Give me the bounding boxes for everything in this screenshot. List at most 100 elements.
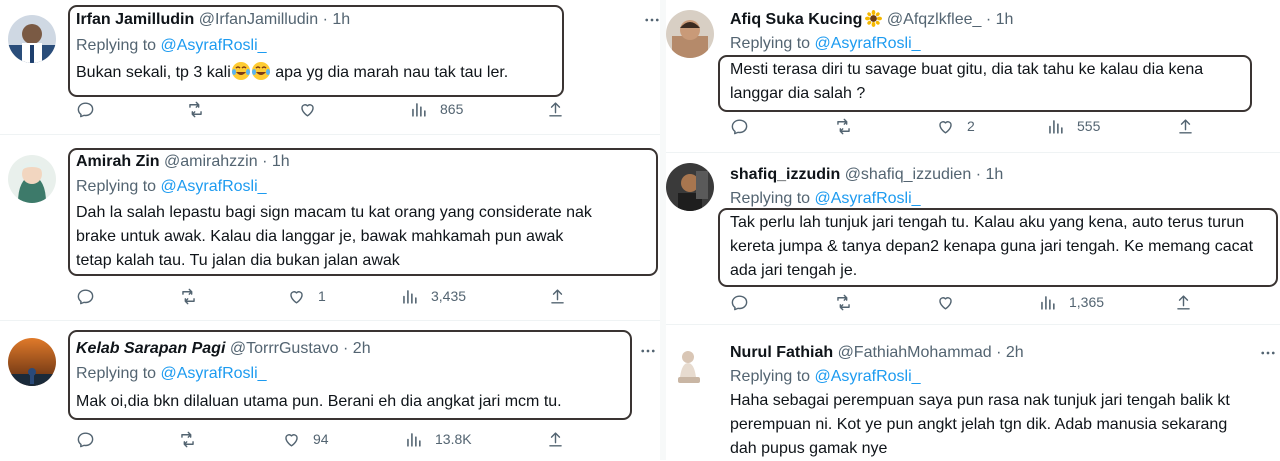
user-handle[interactable]: @Afqzlkflee_ [887, 11, 982, 28]
avatar[interactable] [8, 15, 56, 63]
views-icon [407, 432, 421, 447]
timestamp[interactable]: 2h [1006, 344, 1024, 361]
tweet-amirah[interactable]: Amirah Zin @amirahzzin · 1h Replying to … [0, 135, 660, 320]
replying-to-handle[interactable]: @AsyrafRosli_ [815, 35, 921, 52]
avatar-irfan-image [8, 15, 56, 63]
display-name[interactable]: Amirah Zin [76, 153, 160, 170]
share-button[interactable] [546, 97, 565, 121]
display-name[interactable]: Afiq Suka Kucing [730, 11, 862, 28]
like-button[interactable] [298, 97, 317, 121]
reply-icon [77, 431, 94, 447]
retweet-icon [837, 118, 850, 134]
tweet-header: Nurul Fathiah @FathiahMohammad · 2h [730, 343, 1024, 363]
timestamp[interactable]: 1h [332, 11, 350, 28]
tweet-actions: 1,365 [730, 290, 1230, 314]
retweet-button[interactable] [178, 427, 197, 451]
tweet-text-part: apa yg dia marah nau tak tau ler. [270, 64, 509, 81]
tweet-actions: 94 13.8K [76, 427, 576, 451]
timestamp[interactable]: 1h [985, 166, 1003, 183]
more-options-button[interactable] [1258, 343, 1278, 363]
share-icon [1179, 118, 1192, 134]
reply-button[interactable] [76, 427, 95, 451]
views-button[interactable]: 13.8K [404, 427, 472, 451]
replying-to-handle[interactable]: @AsyrafRosli_ [815, 368, 921, 385]
like-button[interactable] [936, 290, 955, 314]
reply-button[interactable] [730, 290, 749, 314]
display-name[interactable]: shafiq_izzudin [730, 166, 840, 183]
share-button[interactable] [1174, 290, 1193, 314]
reply-button[interactable] [76, 97, 95, 121]
share-icon [549, 101, 562, 117]
more-icon [645, 18, 659, 22]
tweet-kelab-sarapan[interactable]: Kelab Sarapan Pagi @TorrrGustavo · 2h Re… [0, 321, 660, 460]
share-icon [549, 431, 562, 447]
user-handle[interactable]: @amirahzzin [164, 153, 258, 170]
views-button[interactable]: 865 [409, 97, 463, 121]
tweet-shafiq[interactable]: shafiq_izzudin @shafiq_izzudien · 1h Rep… [666, 153, 1280, 323]
timestamp[interactable]: 1h [272, 153, 290, 170]
share-icon [551, 288, 564, 304]
avatar[interactable] [666, 163, 714, 211]
heart-icon [290, 290, 303, 304]
avatar[interactable] [666, 10, 714, 58]
tweet-nurul[interactable]: Nurul Fathiah @FathiahMohammad · 2h Repl… [666, 325, 1280, 460]
tweet-header: Kelab Sarapan Pagi @TorrrGustavo · 2h [76, 339, 371, 359]
tweet-header: Afiq Suka Kucing @Afqzlkflee_ · 1h [730, 10, 1013, 30]
tweet-afiq[interactable]: Afiq Suka Kucing @Afqzlkflee_ · 1h Reply… [645, 0, 1280, 152]
tweet-text-line: dah pupus gamak nye [730, 440, 888, 457]
reply-button[interactable] [730, 114, 749, 138]
retweet-button[interactable] [834, 290, 853, 314]
share-button[interactable] [1176, 114, 1195, 138]
replying-to-handle[interactable]: @AsyrafRosli_ [161, 37, 267, 54]
more-options-button[interactable] [642, 10, 662, 30]
user-handle[interactable]: @shafiq_izzudien [845, 166, 972, 183]
timestamp[interactable]: 1h [996, 11, 1014, 28]
avatar[interactable] [8, 338, 56, 386]
tweet-text-line: brake untuk awak. Kalau dia langgar je, … [76, 228, 564, 245]
replying-to-handle[interactable]: @AsyrafRosli_ [815, 190, 921, 207]
replying-to-label: Replying to [730, 190, 811, 207]
right-column: Afiq Suka Kucing @Afqzlkflee_ · 1h Reply… [645, 0, 1280, 460]
share-button[interactable] [548, 284, 567, 308]
retweet-button[interactable] [834, 114, 853, 138]
views-count: 3,435 [431, 288, 467, 304]
avatar[interactable] [666, 343, 714, 391]
views-button[interactable]: 1,365 [1038, 290, 1104, 314]
reply-button[interactable] [76, 284, 95, 308]
retweet-button[interactable] [179, 284, 198, 308]
user-handle[interactable]: @FathiahMohammad [838, 344, 992, 361]
tweet-irfan[interactable]: Irfan Jamilludin @IrfanJamilludin · 1h R… [0, 0, 660, 135]
replying-to: Replying to @AsyrafRosli_ [76, 36, 267, 56]
replying-to: Replying to @AsyrafRosli_ [76, 177, 267, 197]
retweet-button[interactable] [186, 97, 205, 121]
display-name[interactable]: Nurul Fathiah [730, 344, 833, 361]
tweet-text: Dah la salah lepastu bagi sign macam tu … [76, 201, 592, 273]
heart-icon [939, 120, 952, 134]
share-button[interactable] [546, 427, 565, 451]
like-button[interactable]: 94 [282, 427, 329, 451]
heart-icon [285, 433, 298, 447]
replying-to-handle[interactable]: @AsyrafRosli_ [161, 178, 267, 195]
like-button[interactable]: 2 [936, 114, 975, 138]
more-options-button[interactable] [638, 341, 658, 361]
user-handle[interactable]: @TorrrGustavo [230, 340, 339, 357]
like-button[interactable]: 1 [287, 284, 326, 308]
tweet-text-line: langgar dia salah ? [730, 85, 866, 102]
tweet-text: Haha sebagai perempuan saya pun rasa nak… [730, 389, 1230, 461]
views-button[interactable]: 555 [1046, 114, 1100, 138]
left-column: Irfan Jamilludin @IrfanJamilludin · 1h R… [0, 0, 660, 460]
display-name[interactable]: Kelab Sarapan Pagi [76, 340, 225, 357]
user-handle[interactable]: @IrfanJamilludin [199, 11, 318, 28]
avatar[interactable] [8, 155, 56, 203]
display-name[interactable]: Irfan Jamilludin [76, 11, 194, 28]
views-count: 1,365 [1069, 294, 1105, 310]
reply-icon [77, 288, 94, 304]
replying-to: Replying to @AsyrafRosli_ [730, 34, 921, 54]
replying-to-handle[interactable]: @AsyrafRosli_ [161, 365, 267, 382]
heart-icon [301, 103, 314, 117]
replying-to: Replying to @AsyrafRosli_ [730, 189, 921, 209]
views-button[interactable]: 3,435 [400, 284, 466, 308]
timestamp[interactable]: 2h [353, 340, 371, 357]
views-icon [1049, 119, 1063, 134]
tweet-actions: 865 [76, 97, 576, 121]
